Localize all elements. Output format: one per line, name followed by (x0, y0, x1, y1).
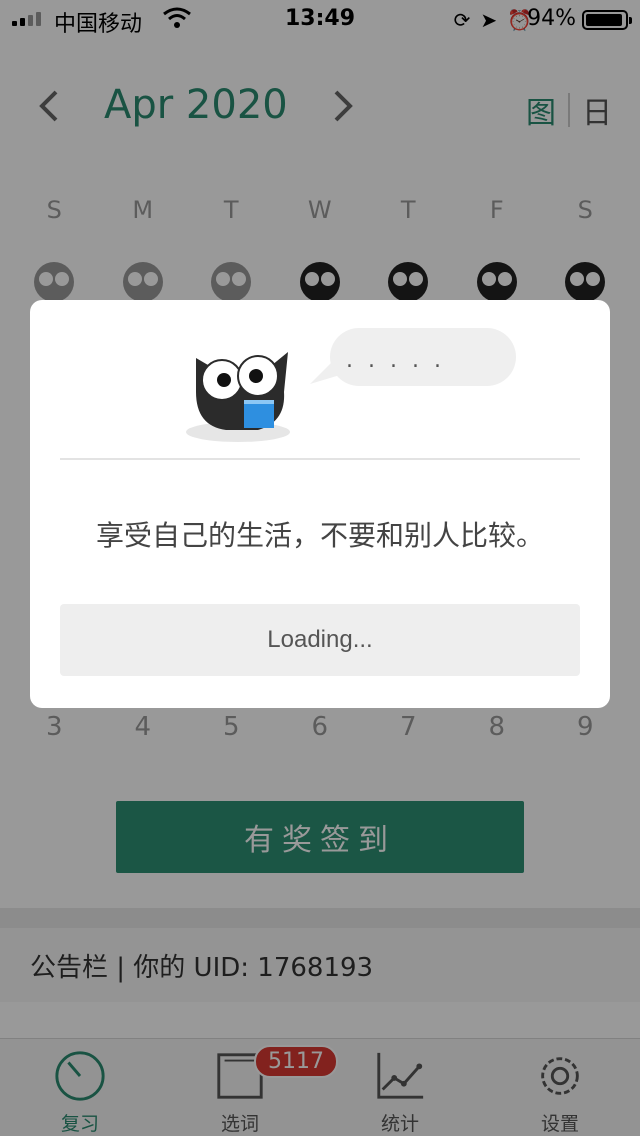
loading-button[interactable]: Loading... (60, 604, 580, 676)
bubble-text: . . . . . (346, 348, 445, 373)
quote-text: 享受自己的生活，不要和别人比较。 (95, 519, 544, 552)
modal-divider (60, 458, 580, 460)
owl-mascot-icon (186, 352, 290, 442)
quote-modal: . . . . . 享受自己的生活，不要和别人比较。 Loading... (30, 300, 610, 708)
